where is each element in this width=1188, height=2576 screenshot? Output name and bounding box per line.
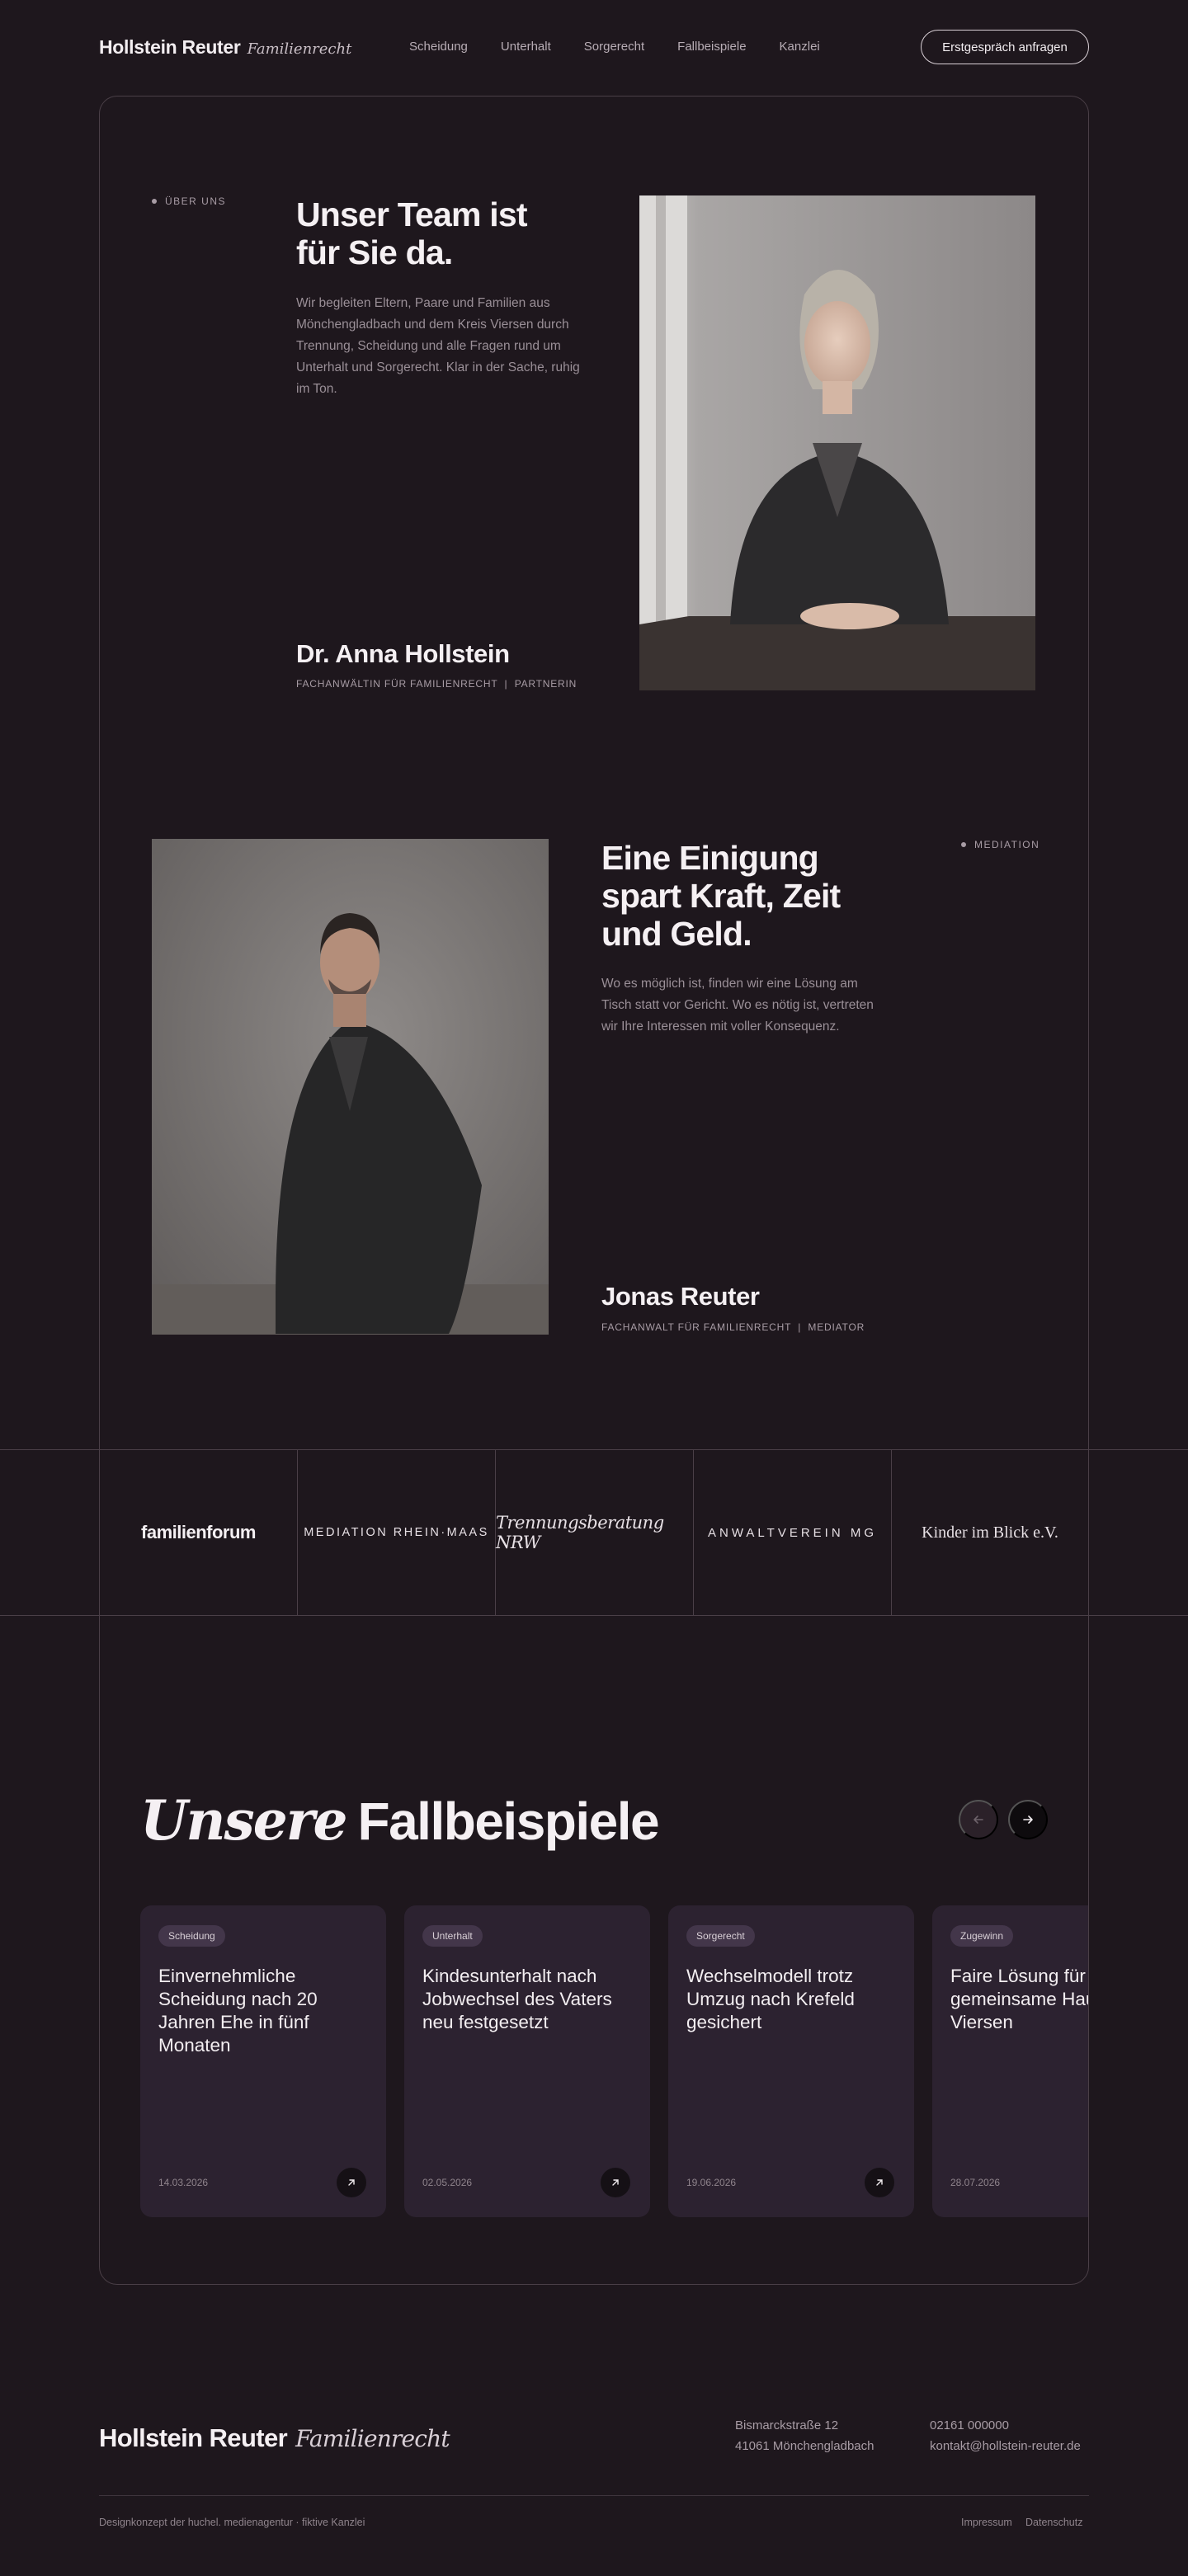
footer-divider bbox=[99, 2495, 1089, 2496]
cases-title-italic: Unsere bbox=[140, 1788, 347, 1853]
case-open-button[interactable] bbox=[601, 2168, 630, 2197]
mediation-headline-line-3: und Geld. bbox=[601, 915, 752, 953]
about-eyebrow-label: ÜBER UNS bbox=[165, 195, 227, 207]
footer-link-datenschutz[interactable]: Datenschutz bbox=[1025, 2517, 1082, 2528]
footer-logo[interactable]: Hollstein Reuter Familienrecht bbox=[99, 2423, 450, 2453]
case-card[interactable]: Scheidung Einvernehmliche Scheidung nach… bbox=[140, 1905, 386, 2217]
consultation-request-button[interactable]: Erstgespräch anfragen bbox=[921, 30, 1089, 64]
case-card[interactable]: Zugewinn Faire Lösung für das gemeinsame… bbox=[932, 1905, 1088, 2217]
partner-name: Trennungsberatung NRW bbox=[496, 1513, 664, 1552]
footer-contact: 02161 000000 kontakt@hollstein-reuter.de bbox=[930, 2415, 1081, 2456]
carousel-next-button[interactable] bbox=[1008, 1800, 1048, 1839]
partner-logo-mediation-rhein-maas: MEDIATION RHEIN·MAAS bbox=[297, 1450, 495, 1615]
mediation-eyebrow-label: MEDIATION bbox=[974, 839, 1040, 850]
cases-title-bold: Fallbeispiele bbox=[357, 1792, 659, 1851]
case-date: 02.05.2026 bbox=[422, 2177, 473, 2188]
case-date: 14.03.2026 bbox=[158, 2177, 209, 2188]
case-tag: Unterhalt bbox=[422, 1925, 483, 1947]
about-text: Wir begleiten Eltern, Paare und Familien… bbox=[296, 296, 580, 396]
about-eyebrow: ÜBER UNS bbox=[152, 195, 226, 207]
partner-name: MEDIATION RHEIN·MAAS bbox=[304, 1526, 489, 1539]
portrait-jonas-reuter bbox=[152, 839, 549, 1335]
site-header: Hollstein Reuter Familienrecht Scheidung… bbox=[0, 0, 1188, 95]
logo-subtitle: Familienrecht bbox=[247, 40, 352, 58]
mediation-headline-line-1: Eine Einigung bbox=[601, 839, 819, 877]
case-open-button[interactable] bbox=[337, 2168, 366, 2197]
mediation-eyebrow: MEDIATION bbox=[961, 839, 1040, 850]
nav-item-kanzlei[interactable]: Kanzlei bbox=[780, 40, 820, 54]
main-nav: Scheidung Unterhalt Sorgerecht Fallbeisp… bbox=[409, 40, 820, 54]
portrait-anna-hollstein bbox=[639, 195, 1035, 690]
arrow-up-right-icon bbox=[612, 2179, 619, 2186]
footer-logo-subtitle: Familienrecht bbox=[295, 2425, 450, 2452]
person-role-anna: FACHANWÄLTIN FÜR FAMILIENRECHT | PARTNER… bbox=[296, 678, 578, 690]
case-tag: Sorgerecht bbox=[686, 1925, 755, 1947]
footer-address: Bismarckstraße 12 41061 Mönchengladbach bbox=[735, 2415, 874, 2456]
mediation-text: Wo es möglich ist, finden wir eine Lösun… bbox=[601, 977, 874, 1034]
person-name-anna: Dr. Anna Hollstein bbox=[296, 639, 510, 668]
case-carousel: Scheidung Einvernehmliche Scheidung nach… bbox=[100, 1897, 1088, 2227]
case-title: Einvernehmliche Scheidung nach 20 Jahren… bbox=[158, 1966, 318, 2056]
about-headline: Unser Team ist für Sie da. bbox=[296, 195, 528, 271]
partner-logo-trennungsberatung: Trennungsberatung NRW bbox=[495, 1450, 693, 1615]
case-tag: Scheidung bbox=[158, 1925, 225, 1947]
arrow-up-right-icon bbox=[876, 2179, 883, 2186]
carousel-prev-button[interactable] bbox=[959, 1800, 998, 1839]
arrow-left-icon bbox=[974, 1815, 983, 1824]
arrow-right-icon bbox=[1023, 1815, 1033, 1824]
case-tag: Zugewinn bbox=[950, 1925, 1014, 1947]
case-card[interactable]: Sorgerecht Wechselmodell trotz Umzug nac… bbox=[668, 1905, 914, 2217]
case-title: Kindesunterhalt nach Jobwechsel des Vate… bbox=[422, 1966, 612, 2032]
case-open-button[interactable] bbox=[865, 2168, 894, 2197]
address-city: 41061 Mönchengladbach bbox=[735, 2439, 874, 2453]
nav-item-unterhalt[interactable]: Unterhalt bbox=[501, 40, 551, 54]
bullet-dot bbox=[961, 842, 966, 847]
partner-name: familienforum bbox=[141, 1522, 256, 1542]
logo-name: Hollstein Reuter bbox=[99, 36, 241, 58]
case-card[interactable]: Unterhalt Kindesunterhalt nach Jobwechse… bbox=[404, 1905, 650, 2217]
case-date: 28.07.2026 bbox=[950, 2177, 1001, 2188]
contact-phone[interactable]: 02161 000000 bbox=[930, 2415, 1081, 2436]
partner-name: Kinder im Blick e.V. bbox=[922, 1523, 1058, 1542]
case-title: Wechselmodell trotz Umzug nach Krefeld g… bbox=[686, 1966, 855, 2032]
person-name-jonas: Jonas Reuter bbox=[601, 1282, 760, 1311]
nav-item-scheidung[interactable]: Scheidung bbox=[409, 40, 468, 54]
about-headline-line-1: Unser Team ist bbox=[296, 195, 528, 233]
nav-item-sorgerecht[interactable]: Sorgerecht bbox=[584, 40, 644, 54]
arrow-up-right-icon bbox=[348, 2179, 355, 2186]
site-logo[interactable]: Hollstein Reuter Familienrecht bbox=[99, 36, 351, 59]
nav-item-fallbeispiele[interactable]: Fallbeispiele bbox=[677, 40, 746, 54]
partner-strip: familienforum MEDIATION RHEIN·MAAS Trenn… bbox=[0, 1449, 1188, 1616]
person-role-jonas: FACHANWALT FÜR FAMILIENRECHT | MEDIATOR bbox=[601, 1321, 865, 1333]
partner-logo-kinder-im-blick: Kinder im Blick e.V. bbox=[891, 1450, 1089, 1615]
contact-email[interactable]: kontakt@hollstein-reuter.de bbox=[930, 2436, 1081, 2456]
address-street: Bismarckstraße 12 bbox=[735, 2418, 839, 2432]
about-headline-line-2: für Sie da. bbox=[296, 233, 453, 271]
footer-logo-name: Hollstein Reuter bbox=[99, 2423, 288, 2452]
mediation-headline-line-2: spart Kraft, Zeit bbox=[601, 877, 841, 915]
footer-link-impressum[interactable]: Impressum bbox=[961, 2517, 1012, 2528]
mediation-headline: Eine Einigung spart Kraft, Zeit und Geld… bbox=[601, 839, 841, 953]
cases-title: Unsere Fallbeispiele bbox=[140, 1788, 660, 1853]
footer-credit: Designkonzept der huchel. medienagentur … bbox=[99, 2517, 365, 2528]
bullet-dot bbox=[152, 199, 157, 204]
case-title: Faire Lösung für das gemeinsame Haus in … bbox=[950, 1966, 1088, 2032]
partner-name: ANWALTVEREIN MG bbox=[707, 1525, 877, 1540]
case-date: 19.06.2026 bbox=[686, 2177, 737, 2188]
partner-logo-anwaltverein: ANWALTVEREIN MG bbox=[693, 1450, 891, 1615]
partner-logo-familienforum: familienforum bbox=[99, 1450, 297, 1615]
